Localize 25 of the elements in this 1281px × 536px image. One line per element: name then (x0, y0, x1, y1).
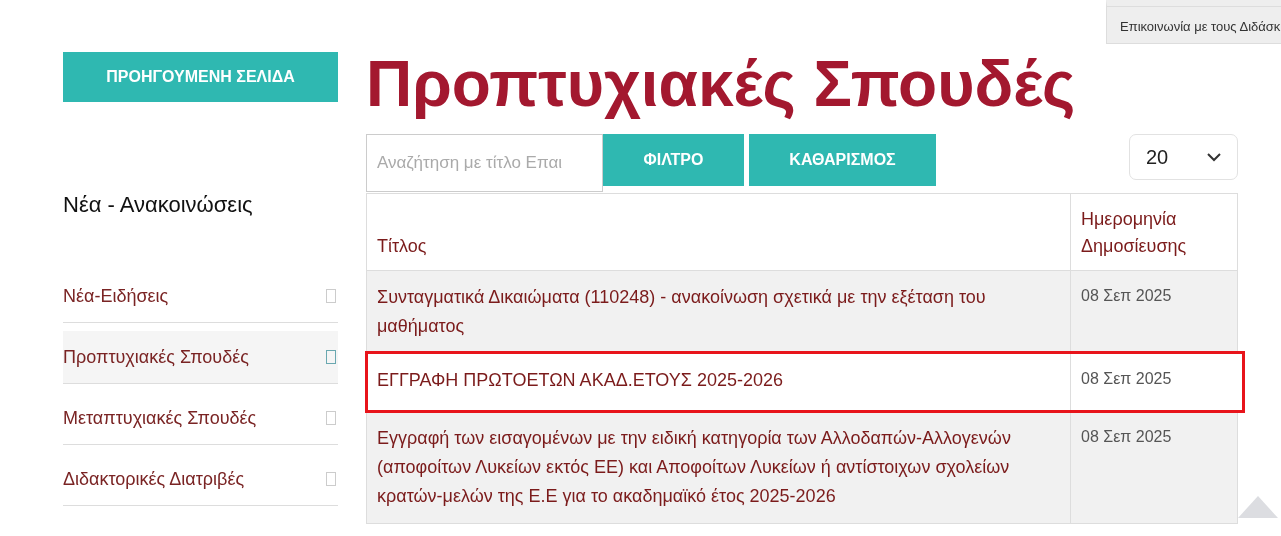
sidebar-item[interactable]: Προπτυχιακές Σπουδές (63, 331, 338, 384)
square-icon (326, 472, 336, 486)
square-icon (326, 350, 336, 364)
sidebar-item[interactable]: Διδακτορικές Διατριβές (63, 453, 338, 506)
menu-link[interactable]: Επικοινωνία με τους Διδάσκ (1120, 19, 1281, 34)
column-header: Ημερομηνία Δημοσίευσης (1081, 208, 1188, 258)
column-header: Τίτλος (377, 235, 427, 258)
page-size-select[interactable]: 20 (1129, 134, 1238, 180)
square-icon (326, 411, 336, 425)
search-field[interactable]: Αναζήτηση με τίτλο Επαι (366, 134, 603, 192)
page-title: Προπτυχιακές Σπουδές (366, 50, 1077, 118)
announcement-title[interactable]: ΕΓΓΡΑΦΗ ΠΡΩΤΟΕΤΩΝ ΑΚΑΔ.ΕΤΟΥΣ 2025-2026 (377, 366, 1060, 395)
announcement-title[interactable]: Εγγραφή των εισαγομένων με την ειδική κατηγορία των Αλλοδαπών-Αλλογενών (αποφοίτων Λυκείων εκτός ΕΕ) και Αποφοίτων Λυκείων ή αντίστοιχων σχολείων κρατών-μελών της Ε.Ε για το ακαδημαϊκό έτος 2025-2026 (377, 424, 1060, 511)
sidebar-item[interactable]: Νέα-Ειδήσεις (63, 270, 338, 323)
date-text: 08 Σεπ 2025 (1081, 287, 1172, 304)
square-icon (326, 289, 336, 303)
date-text: 08 Σεπ 2025 (1081, 370, 1172, 387)
chevron-down-icon (1207, 152, 1221, 162)
date-text: 08 Σεπ 2025 (1081, 428, 1172, 445)
sidebar-heading: Νέα - Ανακοινώσεις (63, 192, 254, 219)
table-row[interactable] (367, 411, 1237, 523)
table-row[interactable]: ΕΓΓΡΑΦΗ ΠΡΩΤΟΕΤΩΝ ΑΚΑΔ.ΕΤΟΥΣ 2025-2026 08 Σεπ 2025 (367, 353, 1243, 411)
table-row[interactable]: Συνταγματικά Δικαιώματα (110248) - ανακοίνωση σχετικά με την εξέταση του μαθήματος 08 Σεπ 2025 (367, 270, 1237, 353)
announcement-title[interactable]: Συνταγματικά Δικαιώματα (110248) - ανακοίνωση σχετικά με την εξέταση του μαθήματος (377, 283, 1060, 341)
sidebar-item[interactable]: Μεταπτυχιακές Σπουδές (63, 392, 338, 445)
